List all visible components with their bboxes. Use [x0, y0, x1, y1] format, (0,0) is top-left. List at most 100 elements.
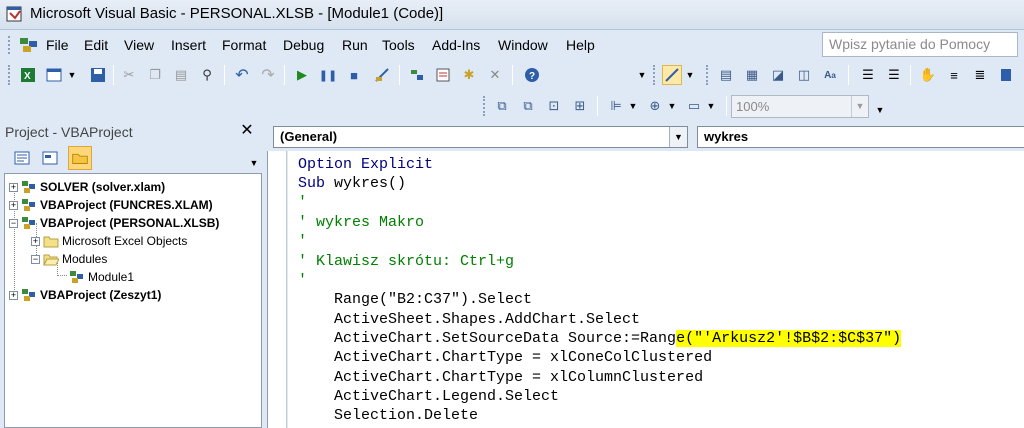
- center-dropdown-icon[interactable]: ▼: [666, 96, 678, 116]
- menu-add-ins[interactable]: Add-Ins: [432, 37, 480, 53]
- copy-icon[interactable]: ❐: [145, 65, 165, 85]
- toolbar-options-icon[interactable]: ▼: [632, 65, 652, 85]
- expand-icon[interactable]: +: [9, 200, 18, 210]
- panel-options-icon[interactable]: ▼: [244, 153, 264, 173]
- align-dropdown-icon[interactable]: ▼: [627, 96, 639, 116]
- align-icon[interactable]: ⊫: [606, 96, 626, 116]
- menu-edit[interactable]: Edit: [84, 37, 108, 53]
- procedure-combo[interactable]: wykres: [697, 126, 1024, 148]
- list-constants-icon[interactable]: ▦: [742, 65, 762, 85]
- parameter-info-icon[interactable]: ◫: [794, 65, 814, 85]
- view-excel-icon[interactable]: X: [18, 65, 38, 85]
- code-line[interactable]: ' wykres Makro: [298, 213, 424, 232]
- object-browser-icon[interactable]: ✱: [459, 65, 479, 85]
- tree-item-solver[interactable]: + SOLVER (solver.xlam): [9, 178, 165, 196]
- complete-word-icon[interactable]: Aa: [820, 65, 840, 85]
- paste-icon[interactable]: ▤: [171, 65, 191, 85]
- help-icon[interactable]: ?: [522, 65, 542, 85]
- redo-icon[interactable]: ↷: [258, 65, 278, 85]
- ungroup-icon[interactable]: ⊞: [570, 96, 590, 116]
- code-line[interactable]: ': [298, 193, 307, 212]
- expand-icon[interactable]: +: [31, 236, 40, 246]
- design-toggle-icon[interactable]: [662, 65, 682, 85]
- view-code-icon[interactable]: [10, 146, 34, 170]
- menu-window[interactable]: Window: [498, 37, 548, 53]
- code-line[interactable]: ActiveChart.Legend.Select: [298, 387, 559, 406]
- menu-insert[interactable]: Insert: [171, 37, 206, 53]
- menu-format[interactable]: Format: [222, 37, 266, 53]
- menu-tools[interactable]: Tools: [382, 37, 415, 53]
- size-dropdown-icon[interactable]: ▼: [705, 96, 717, 116]
- tree-item-module1[interactable]: Module1: [69, 268, 134, 286]
- send-to-back-icon[interactable]: ⧉: [518, 96, 538, 116]
- tree-item-modules[interactable]: − Modules: [31, 250, 107, 268]
- zoom-select[interactable]: 100% ▼: [731, 95, 869, 118]
- center-icon[interactable]: ⊕: [645, 96, 665, 116]
- run-icon[interactable]: ▶: [292, 65, 312, 85]
- bring-to-front-icon[interactable]: ⧉: [492, 96, 512, 116]
- expand-icon[interactable]: +: [9, 290, 18, 300]
- code-line[interactable]: Range("B2:C37").Select: [298, 290, 532, 309]
- toolbar-dropdown-icon[interactable]: ▼: [684, 65, 696, 85]
- toolbar-grip[interactable]: [706, 65, 710, 85]
- make-same-size-icon[interactable]: ▭: [684, 96, 704, 116]
- help-search-input[interactable]: Wpisz pytanie do Pomocy: [822, 32, 1018, 57]
- toolbar-grip[interactable]: [653, 65, 657, 85]
- indent-icon[interactable]: ☰: [858, 65, 878, 85]
- toggle-breakpoint-icon[interactable]: ✋: [918, 65, 938, 85]
- bookmark-icon[interactable]: [996, 65, 1016, 85]
- toolbox-icon[interactable]: ✕: [485, 65, 505, 85]
- group-icon[interactable]: ⊡: [544, 96, 564, 116]
- chevron-down-icon[interactable]: ▼: [669, 127, 687, 147]
- zoom-dropdown-icon[interactable]: ▼: [851, 96, 868, 117]
- toggle-folders-icon[interactable]: [68, 146, 92, 170]
- collapse-icon[interactable]: −: [9, 218, 18, 228]
- cut-icon[interactable]: ✂: [119, 65, 139, 85]
- view-object-icon[interactable]: [38, 146, 62, 170]
- save-icon[interactable]: [88, 65, 108, 85]
- menu-debug[interactable]: Debug: [283, 37, 324, 53]
- quick-info-icon[interactable]: ◪: [768, 65, 788, 85]
- code-editor[interactable]: Option Explicit Sub wykres() ' ' wykres …: [288, 151, 1024, 428]
- collapse-icon[interactable]: −: [31, 254, 40, 264]
- break-icon[interactable]: ❚❚: [318, 65, 338, 85]
- toolbar-grip[interactable]: [483, 96, 487, 116]
- toolbar-grip[interactable]: [8, 65, 12, 85]
- object-combo[interactable]: (General) ▼: [273, 126, 688, 148]
- design-mode-icon[interactable]: [372, 65, 392, 85]
- vba-project-icon[interactable]: [18, 35, 40, 55]
- tree-item-zeszyt1[interactable]: + VBAProject (Zeszyt1): [9, 286, 161, 304]
- code-line[interactable]: ': [298, 232, 307, 251]
- menu-file[interactable]: File: [46, 37, 69, 53]
- properties-window-icon[interactable]: [433, 65, 453, 85]
- code-line[interactable]: ActiveChart.ChartType = xlConeColCluster…: [298, 348, 712, 367]
- menu-view[interactable]: View: [124, 37, 154, 53]
- list-properties-icon[interactable]: ▤: [716, 65, 736, 85]
- code-line[interactable]: Option Explicit: [298, 155, 433, 174]
- code-line[interactable]: Selection.Delete: [298, 406, 478, 425]
- tree-item-excel-objects[interactable]: + Microsoft Excel Objects: [31, 232, 187, 250]
- tree-item-personal[interactable]: − VBAProject (PERSONAL.XLSB): [9, 214, 219, 232]
- toolbar2-options-icon[interactable]: ▼: [870, 100, 890, 120]
- uncomment-block-icon[interactable]: ≣: [970, 65, 990, 85]
- insert-dropdown-icon[interactable]: ▼: [66, 65, 78, 85]
- close-icon[interactable]: ✕: [238, 122, 256, 140]
- menu-help[interactable]: Help: [566, 37, 595, 53]
- code-line[interactable]: ' Klawisz skrótu: Ctrl+g: [298, 252, 514, 271]
- insert-userform-icon[interactable]: [44, 65, 64, 85]
- code-line[interactable]: ActiveChart.SetSourceData Source:=Range(…: [298, 329, 902, 348]
- tree-item-funcres[interactable]: + VBAProject (FUNCRES.XLAM): [9, 196, 213, 214]
- code-line[interactable]: ActiveSheet.Shapes.AddChart.Select: [298, 310, 640, 329]
- project-explorer-icon[interactable]: [407, 65, 427, 85]
- code-margin-indicator-bar[interactable]: [267, 151, 287, 428]
- undo-icon[interactable]: ↶: [232, 65, 252, 85]
- code-line[interactable]: ': [298, 271, 307, 290]
- comment-block-icon[interactable]: ≡: [944, 65, 964, 85]
- find-icon[interactable]: ⚲: [197, 65, 217, 85]
- outdent-icon[interactable]: ☰: [884, 65, 904, 85]
- code-line[interactable]: Sub wykres(): [298, 174, 406, 193]
- code-line[interactable]: ActiveChart.ChartType = xlColumnClustere…: [298, 368, 703, 387]
- expand-icon[interactable]: +: [9, 182, 18, 192]
- menubar-grip[interactable]: [8, 36, 12, 54]
- menu-run[interactable]: Run: [342, 37, 368, 53]
